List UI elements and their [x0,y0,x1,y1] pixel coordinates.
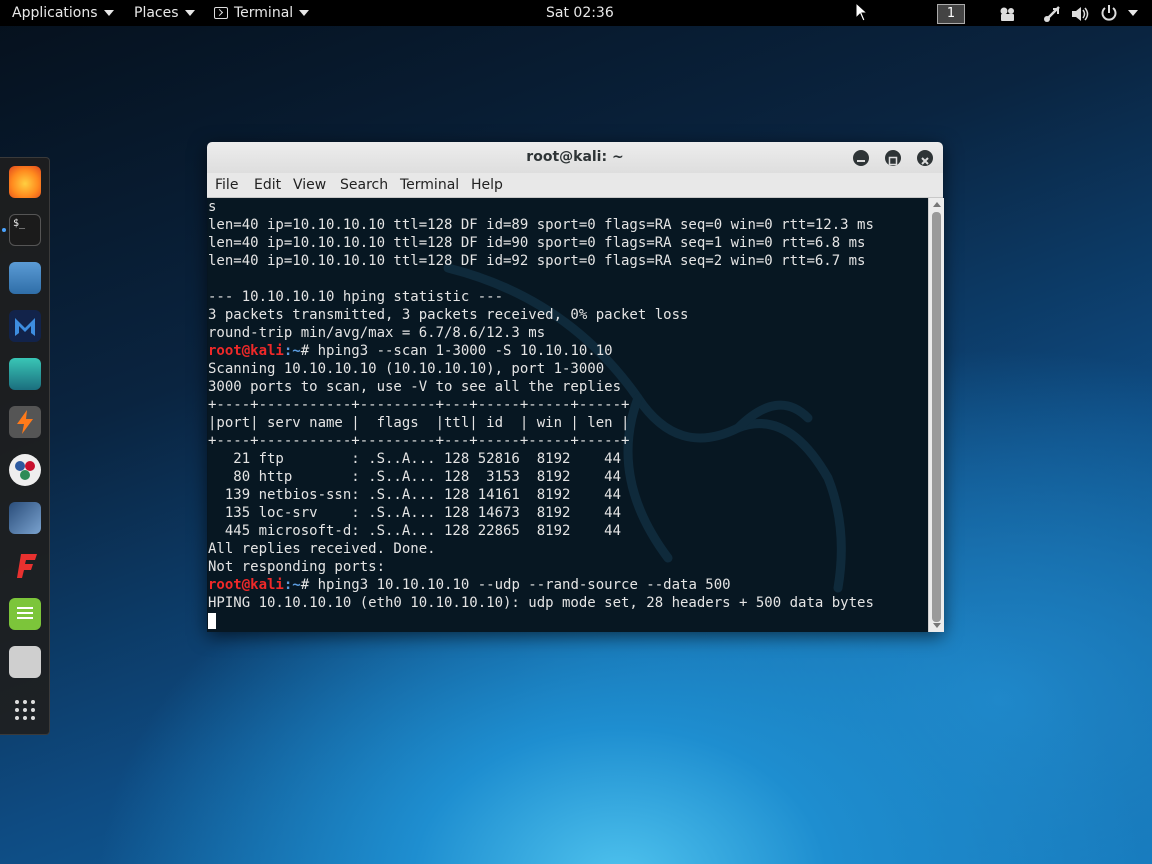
prompt-symbol: # [300,577,318,593]
dock: $_ [0,157,50,735]
running-indicator [2,228,6,232]
terminal-line: len=40 ip=10.10.10.10 ttl=128 DF id=90 s… [208,235,866,251]
cursor-line [208,612,216,630]
scroll-up-icon[interactable] [933,202,941,207]
text-cursor [208,613,216,629]
terminal-line: round-trip min/avg/max = 6.7/8.6/12.3 ms [208,325,546,341]
window-titlebar[interactable]: root@kali: ~ [207,142,943,173]
applications-menu[interactable]: Applications [12,0,114,26]
prompt-user: root@kali [208,343,284,359]
places-menu[interactable]: Places [134,0,195,26]
armitage-icon[interactable] [9,358,41,390]
scroll-down-icon[interactable] [933,623,941,628]
table-border: +----+-----------+---------+---+-----+--… [208,433,630,449]
firefox-icon[interactable] [9,166,41,198]
faraday-icon[interactable] [9,550,41,582]
table-header: |port| serv name | flags |ttl| id | win … [208,415,630,431]
mouse-pointer-icon [855,1,869,28]
terminal-line: 3 packets transmitted, 3 packets receive… [208,307,689,323]
applications-label: Applications [12,5,98,21]
terminal-line: Scanning 10.10.10.10 (10.10.10.10), port… [208,361,605,377]
workspace-number: 1 [937,4,965,24]
camera-icon[interactable] [998,5,1018,31]
command-text: hping3 --scan 1-3000 -S 10.10.10.10 [317,343,613,359]
menu-view[interactable]: View [293,173,326,197]
terminal-line: len=40 ip=10.10.10.10 ttl=128 DF id=92 s… [208,253,866,269]
table-row: 445 microsoft-d: .S..A... 128 22865 8192… [208,523,622,539]
terminal-line: Not responding ports: [208,559,386,575]
scrollbar[interactable] [928,198,944,632]
table-border: +----+-----------+---------+---+-----+--… [208,397,630,413]
terminal-line: 3000 ports to scan, use -V to see all th… [208,379,622,395]
metasploit-icon[interactable] [9,310,41,342]
files-icon[interactable] [9,262,41,294]
terminal-line: HPING 10.10.10.10 (eth0 10.10.10.10): ud… [208,595,874,611]
terminal-icon[interactable]: $_ [9,214,41,246]
menu-help[interactable]: Help [471,173,503,197]
maltego-icon[interactable] [9,454,41,486]
terminal-window: root@kali: ~ File Edit View Search Termi… [207,142,944,632]
menu-terminal[interactable]: Terminal [400,173,459,197]
terminal-line: --- 10.10.10.10 hping statistic --- [208,289,504,305]
terminal-app-menu[interactable]: Terminal [214,0,310,26]
volume-icon[interactable] [1071,5,1091,31]
places-label: Places [134,5,179,21]
burpsuite-icon[interactable] [9,406,41,438]
terminal-line: len=40 ip=10.10.10.10 ttl=128 DF id=89 s… [208,217,874,233]
prompt-user: root@kali [208,577,284,593]
terminal-line: s [208,199,217,215]
prompt-line: root@kali:~# hping3 10.10.10.10 --udp --… [208,576,731,594]
terminal-screen[interactable]: s len=40 ip=10.10.10.10 ttl=128 DF id=89… [208,198,928,632]
command-text: hping3 10.10.10.10 --udp --rand-source -… [317,577,731,593]
chevron-down-icon [103,10,114,16]
prompt-path: :~ [283,577,301,593]
prompt-symbol: # [300,343,318,359]
menu-edit[interactable]: Edit [254,173,281,197]
beef-icon[interactable] [9,502,41,534]
menu-file[interactable]: File [215,173,238,197]
clock[interactable]: Sat 02:36 [546,0,614,26]
power-icon[interactable] [1100,4,1118,30]
table-row: 139 netbios-ssn: .S..A... 128 14161 8192… [208,487,622,503]
terminal-icon [214,7,228,19]
close-button[interactable] [917,150,933,166]
terminal-menubar: File Edit View Search Terminal Help [207,173,943,198]
table-row: 21 ftp : .S..A... 128 52816 8192 44 [208,451,622,467]
leafpad-icon[interactable] [9,598,41,630]
chevron-down-icon [184,10,195,16]
top-panel: Applications Places Terminal Sat 02:36 1 [0,0,1152,26]
cutycapt-icon[interactable] [9,646,41,678]
maximize-button[interactable] [885,150,901,166]
network-icon[interactable] [1043,5,1061,31]
workspace-indicator[interactable]: 1 [937,0,965,26]
prompt-path: :~ [283,343,301,359]
window-title: root@kali: ~ [526,149,624,165]
table-row: 135 loc-srv : .S..A... 128 14673 8192 44 [208,505,622,521]
chevron-down-icon [299,10,310,16]
scrollbar-thumb[interactable] [932,212,941,622]
prompt-line: root@kali:~# hping3 --scan 1-3000 -S 10.… [208,342,613,360]
show-apps-icon[interactable] [9,694,41,726]
chevron-down-icon [1128,10,1138,16]
minimize-button[interactable] [853,150,869,166]
system-menu-caret[interactable] [1122,0,1138,26]
table-row: 80 http : .S..A... 128 3153 8192 44 [208,469,622,485]
terminal-line: All replies received. Done. [208,541,436,557]
menu-search[interactable]: Search [340,173,388,197]
terminal-app-label: Terminal [234,5,294,21]
